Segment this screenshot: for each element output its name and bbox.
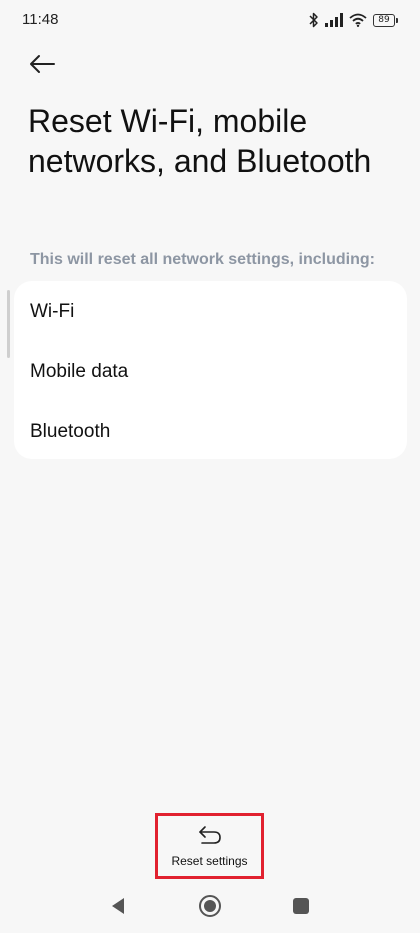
bluetooth-icon [309, 12, 319, 28]
page-title: Reset Wi-Fi, mobile networks, and Blueto… [28, 103, 372, 179]
list-item-wifi: Wi-Fi [30, 301, 75, 322]
status-time: 11:48 [22, 11, 59, 28]
section-subtitle: This will reset all network settings, in… [30, 251, 375, 268]
back-triangle-icon [110, 897, 126, 920]
home-circle-icon [198, 894, 222, 923]
battery-level: 89 [373, 13, 395, 27]
undo-arrow-icon [197, 825, 223, 850]
back-button[interactable] [26, 50, 58, 82]
nav-back-button[interactable] [105, 895, 131, 921]
status-bar: 11:48 89 [0, 0, 420, 40]
network-settings-list: Wi-Fi Mobile data Bluetooth [14, 281, 407, 459]
wifi-icon [349, 13, 367, 27]
navigation-bar [0, 887, 420, 927]
arrow-left-icon [28, 54, 56, 79]
status-icons: 89 [309, 11, 398, 29]
list-item-mobile-data: Mobile data [30, 361, 129, 382]
reset-settings-button[interactable]: Reset settings [155, 813, 264, 879]
list-item-bluetooth: Bluetooth [30, 421, 111, 442]
scroll-indicator [7, 290, 10, 358]
recents-square-icon [292, 897, 310, 920]
reset-settings-label: Reset settings [171, 853, 248, 868]
battery-icon: 89 [373, 13, 398, 27]
signal-icon [325, 13, 343, 27]
nav-recents-button[interactable] [288, 895, 314, 921]
nav-home-button[interactable] [197, 894, 223, 923]
